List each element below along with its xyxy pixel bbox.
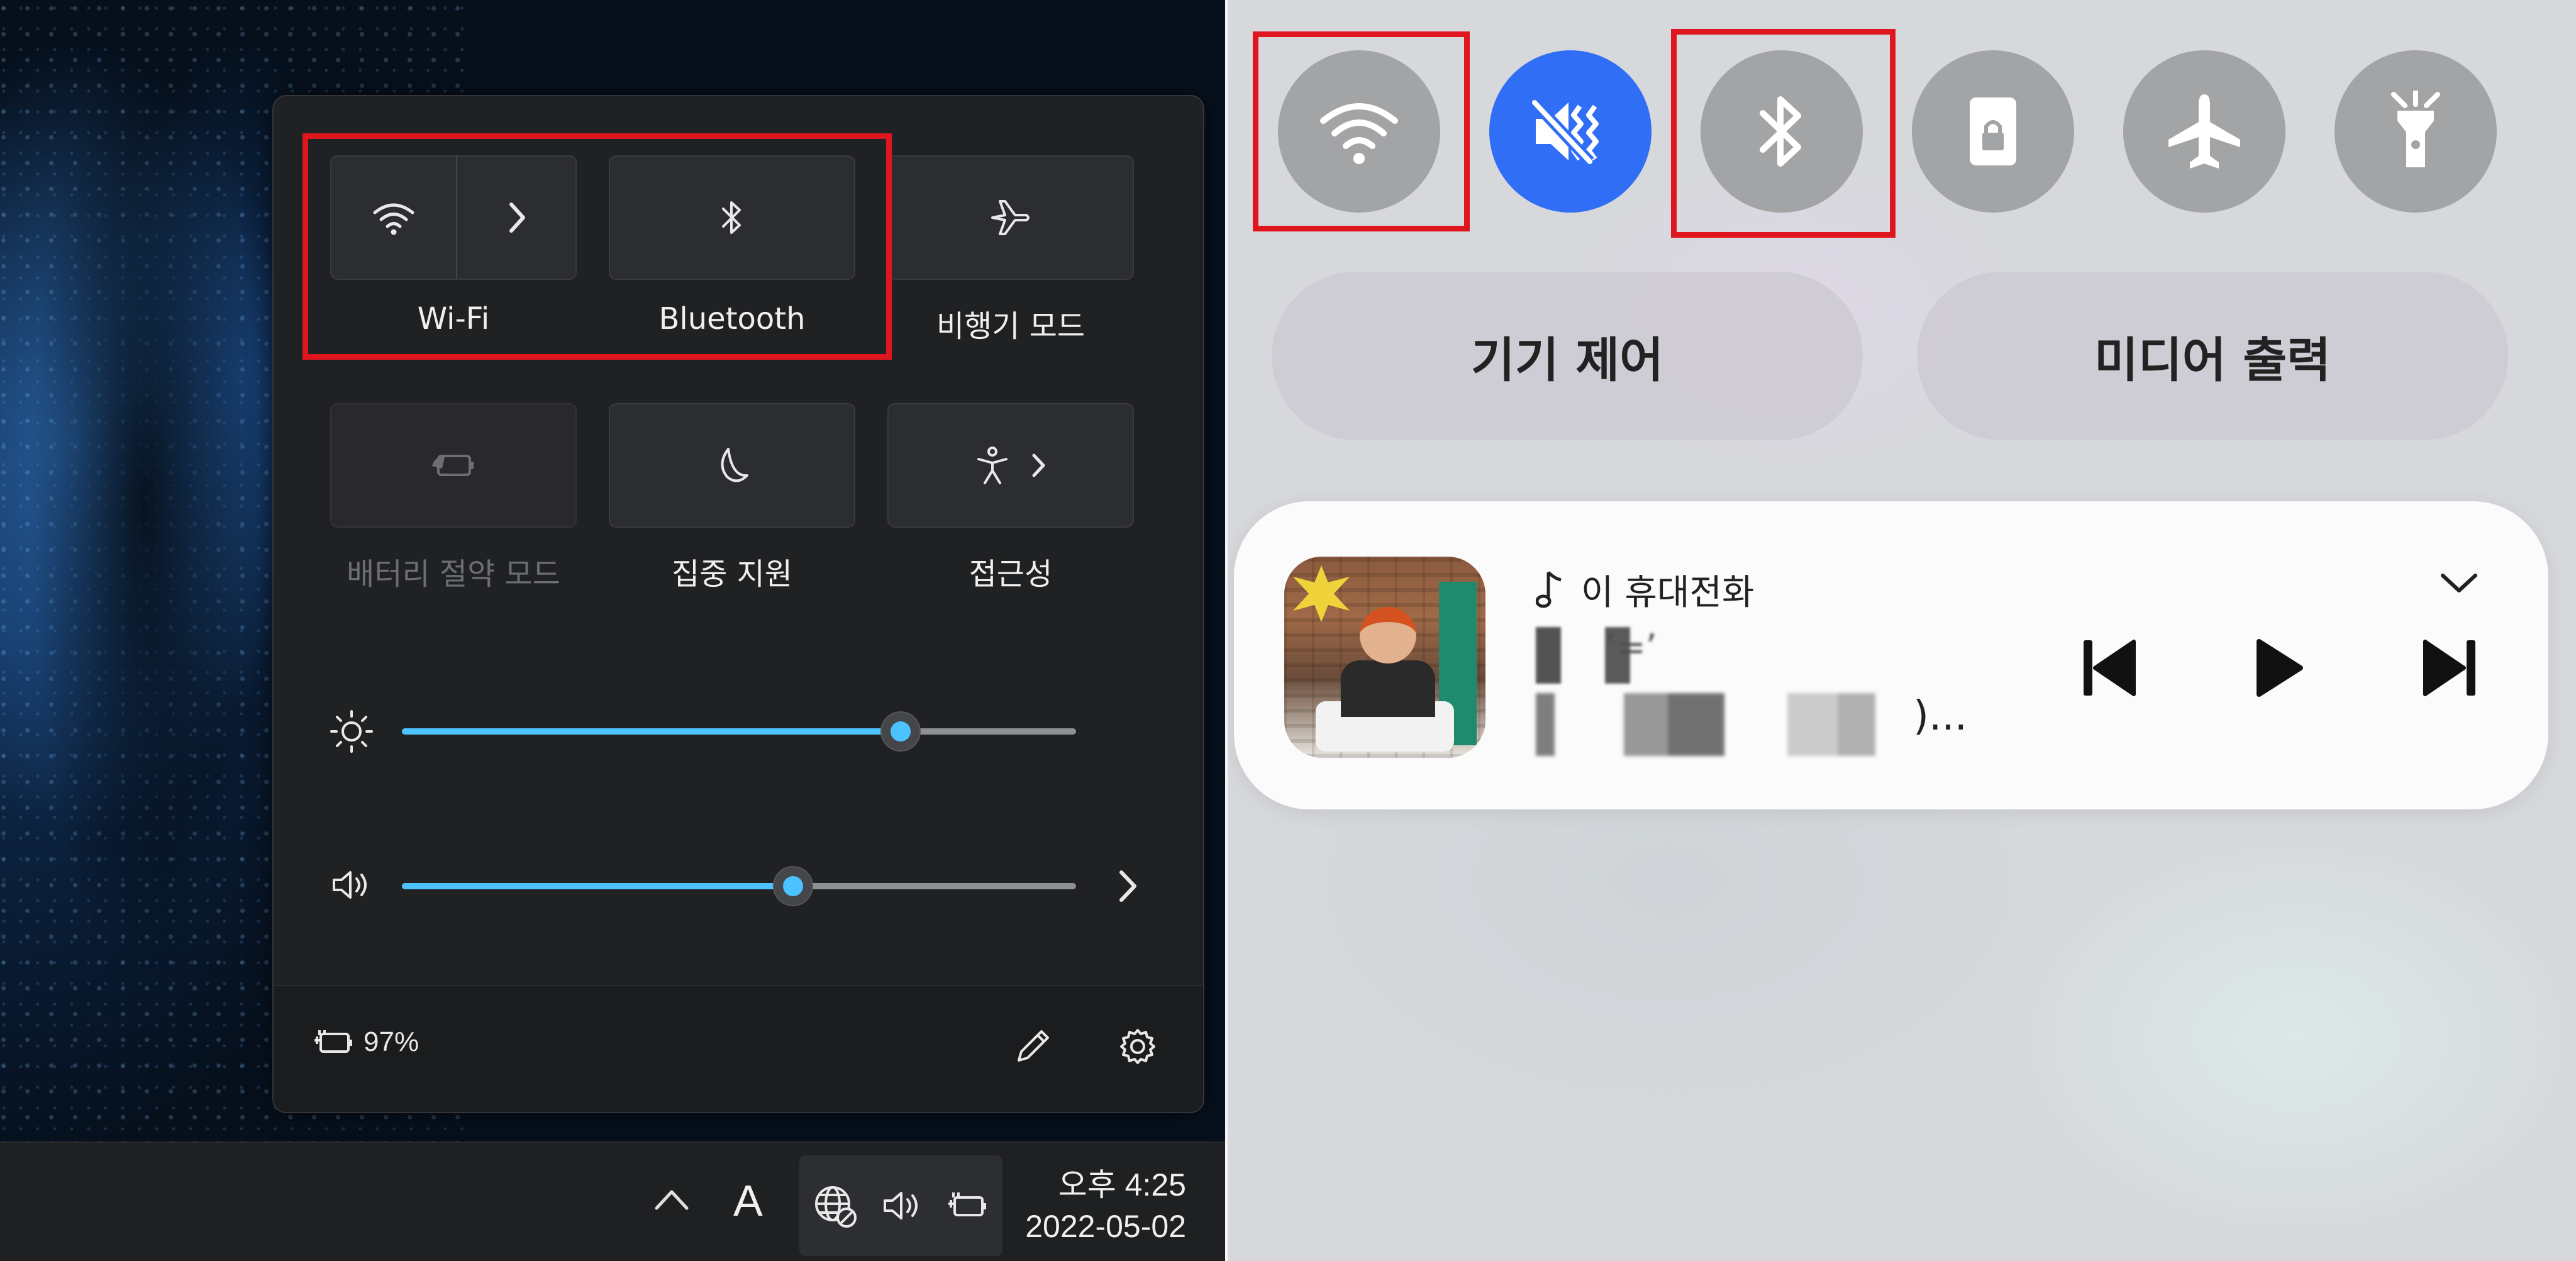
vibrate-mute-icon (1530, 98, 1599, 166)
track-title-redacted: ’=’ (1536, 627, 1901, 684)
settings-gear-icon[interactable] (1118, 1026, 1158, 1067)
skip-next-icon[interactable] (2423, 636, 2479, 699)
play-icon[interactable] (2254, 636, 2304, 699)
volume-slider[interactable] (402, 866, 1076, 906)
music-note-icon (1536, 570, 1562, 608)
volume-slider-thumb[interactable] (773, 866, 813, 906)
highlight-box (1671, 29, 1896, 238)
focus-assist-label: 집중 지원 (672, 557, 792, 592)
media-output-button[interactable]: 미디어 출력 (1917, 272, 2508, 440)
media-source: 이 휴대전화 (1536, 564, 1754, 615)
highlight-box (303, 133, 892, 360)
brightness-slider-fill (402, 728, 901, 735)
airplane-icon (2168, 94, 2240, 169)
track-artist-tail: )... (1913, 693, 1967, 740)
show-hidden-icons-chevron-up-icon[interactable] (654, 1187, 689, 1212)
battery-saver-icon (432, 455, 474, 476)
sound-vibrate-toggle[interactable] (1489, 50, 1652, 213)
rotation-lock-icon (1970, 97, 2016, 165)
battery-saver-tile[interactable] (330, 403, 577, 528)
accessibility-label: 접근성 (969, 557, 1053, 592)
battery-charging-icon (948, 1192, 986, 1216)
accessibility-icon (977, 447, 1008, 484)
airplane-mode-tile[interactable] (887, 155, 1134, 280)
system-tray-group[interactable] (799, 1155, 1002, 1256)
chevron-right-icon (1032, 453, 1045, 477)
device-control-button[interactable]: 기기 제어 (1272, 272, 1863, 440)
accessibility-tile[interactable] (887, 403, 1134, 528)
taskbar-clock[interactable]: 오후 4:25 2022-05-02 (1025, 1164, 1186, 1247)
brightness-slider-thumb[interactable] (880, 711, 921, 752)
brightness-icon (330, 710, 373, 753)
speaker-icon[interactable] (330, 867, 374, 903)
input-method-indicator[interactable]: A (733, 1175, 763, 1226)
focus-assist-tile[interactable] (609, 403, 855, 528)
battery-saver-label: 배터리 절약 모드 (347, 557, 560, 592)
audio-output-chevron-icon[interactable] (1118, 869, 1139, 904)
airplane-mode-label: 비행기 모드 (936, 309, 1085, 344)
edit-pencil-icon[interactable] (1013, 1026, 1053, 1067)
moon-icon (721, 448, 748, 482)
android-quick-panel: 기기 제어 미디어 출력 이 휴대전화 ’=’ )... (1225, 0, 2576, 1261)
media-source-label: 이 휴대전화 (1581, 572, 1755, 613)
highlight-box (1253, 31, 1470, 231)
flashlight-icon (2391, 91, 2440, 167)
clock-date: 2022-05-02 (1025, 1209, 1186, 1244)
brightness-slider[interactable] (402, 711, 1076, 752)
globe-no-internet-icon (814, 1186, 857, 1228)
airplane-icon (991, 200, 1030, 235)
taskbar: A 오후 4:25 2022-05-02 (0, 1142, 1225, 1261)
volume-slider-fill (402, 883, 793, 889)
rotation-lock-toggle[interactable] (1912, 50, 2074, 213)
airplane-toggle[interactable] (2123, 50, 2285, 213)
speaker-icon (883, 1192, 918, 1219)
clock-time: 오후 4:25 (1058, 1167, 1186, 1203)
skip-previous-icon[interactable] (2080, 636, 2136, 699)
flashlight-toggle[interactable] (2334, 50, 2497, 213)
battery-percentage: 97% (364, 1026, 419, 1057)
windows-desktop: Wi-Fi Bluetooth 비행기 모드 배터리 절약 모드 집중 지원 접… (0, 0, 1225, 1261)
album-art (1284, 557, 1485, 758)
media-player-card[interactable]: 이 휴대전화 ’=’ )... (1234, 501, 2548, 809)
battery-status[interactable]: 97% (313, 1026, 419, 1058)
battery-charging-icon (314, 1030, 352, 1053)
chevron-down-icon[interactable] (2439, 570, 2479, 596)
track-artist-redacted (1536, 693, 1913, 756)
